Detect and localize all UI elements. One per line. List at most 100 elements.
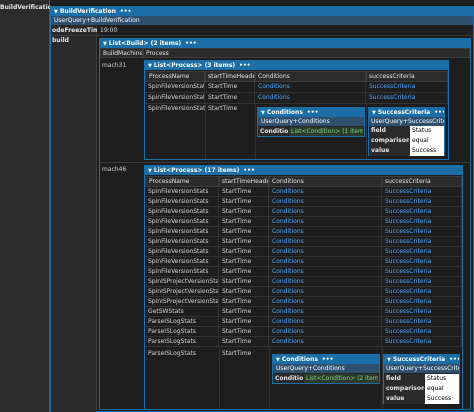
root-header[interactable]: ▼ BuildVerification •••	[51, 7, 473, 16]
column-header-build-machine[interactable]: BuildMachine	[100, 48, 143, 58]
success-criteria-link[interactable]: SuccessCriteria	[382, 257, 462, 267]
column-divider	[205, 104, 206, 159]
value-value: Success	[410, 146, 444, 156]
conditions-link[interactable]: Conditions	[255, 82, 366, 93]
success-criteria-link[interactable]: SuccessCriteria	[382, 237, 462, 247]
process-name-cell: SpinFileVersionStats	[145, 82, 205, 93]
conditions-link[interactable]: Conditions	[269, 197, 382, 207]
comparison-value: equal	[425, 384, 459, 394]
process-name-cell: SpinFileVersionStats	[145, 227, 219, 237]
success-criteria-link[interactable]: SuccessCriteria	[382, 267, 462, 277]
conditions-link[interactable]: Conditions	[269, 277, 382, 287]
success-criteria-link[interactable]: SuccessCriteria	[382, 327, 462, 337]
column-header-success-criteria[interactable]: successCriteria	[382, 176, 462, 187]
conditions-link[interactable]: Conditions	[255, 93, 366, 104]
ellipsis-icon[interactable]: •••	[239, 62, 251, 69]
ellipsis-icon[interactable]: •••	[120, 8, 132, 15]
condition-list-link[interactable]: List<Condition> (2 items)	[304, 374, 378, 383]
value-value: Success	[425, 394, 459, 404]
conditions-link[interactable]: Conditions	[269, 227, 382, 237]
conditions-popup: ▼ Conditions ••• UserQuery+Conditions Cond…	[257, 107, 365, 137]
process-list-header[interactable]: ▼ List<Process> (3 items) •••	[145, 61, 448, 70]
process-name-cell: SpinFileVersionStats	[148, 105, 205, 112]
success-criteria-link[interactable]: SuccessCriteria	[382, 337, 462, 347]
column-divider	[269, 347, 270, 409]
conditions-link[interactable]: Conditions	[269, 257, 382, 267]
success-popup-header[interactable]: ▼SuccessCriteria•••	[369, 108, 444, 117]
start-time-cell: StartTime	[222, 350, 252, 357]
build-list-header-label: List<Build> (2 items)	[108, 40, 182, 47]
success-criteria-link[interactable]: SuccessCriteria	[382, 297, 462, 307]
process-list-header[interactable]: ▼ List<Process> (17 items) •••	[145, 166, 462, 175]
success-criteria-popup: ▼SuccessCriteria••• UserQuery+SuccessCri…	[368, 107, 445, 156]
conditions-popup-header[interactable]: ▼ Conditions •••	[258, 108, 364, 117]
conditions-link[interactable]: Conditions	[269, 247, 382, 257]
comparison-key: comparison	[384, 384, 424, 394]
success-criteria-link[interactable]: SuccessCriteria	[382, 307, 462, 317]
ellipsis-icon[interactable]: •••	[322, 356, 334, 363]
ellipsis-icon[interactable]: •••	[243, 167, 255, 174]
conditions-link[interactable]: Conditions	[269, 337, 382, 347]
success-criteria-link[interactable]: SuccessCriteria	[382, 207, 462, 217]
column-header-conditions[interactable]: Conditions	[255, 71, 366, 82]
column-header-process-name[interactable]: ProcessName	[145, 176, 219, 187]
success-criteria-link[interactable]: SuccessCriteria	[382, 247, 462, 257]
conditions-link[interactable]: Conditions	[269, 187, 382, 197]
process-name-cell: ParseISLogStats	[145, 327, 219, 337]
start-time-cell: StartTime	[219, 197, 269, 207]
column-header-success-criteria[interactable]: successCriteria	[366, 71, 448, 82]
column-header-process-name[interactable]: ProcessName	[145, 71, 205, 82]
ellipsis-icon[interactable]: •••	[307, 109, 319, 116]
ellipsis-icon[interactable]: •••	[185, 40, 197, 47]
process-name-cell: SpinFileVersionStats	[145, 247, 219, 257]
column-header-process[interactable]: Process	[143, 48, 470, 58]
conditions-link[interactable]: Conditions	[269, 207, 382, 217]
process-name-cell: SpinFileVersionStats	[145, 93, 205, 104]
triangle-down-icon[interactable]: ▼	[372, 110, 376, 116]
success-criteria-link[interactable]: SuccessCriteria	[382, 227, 462, 237]
start-time-cell: StartTime	[219, 267, 269, 277]
triangle-down-icon[interactable]: ▼	[148, 168, 152, 174]
success-criteria-popup: ▼SuccessCriteria••• UserQuery+SuccessCri…	[383, 354, 460, 404]
success-criteria-link[interactable]: SuccessCriteria	[366, 93, 448, 104]
build-list-header[interactable]: ▼ List<Build> (2 items) •••	[100, 39, 470, 48]
conditions-link[interactable]: Conditions	[269, 317, 382, 327]
triangle-down-icon[interactable]: ▼	[103, 41, 107, 47]
column-header-conditions[interactable]: Conditions	[269, 176, 382, 187]
start-time-cell: StartTime	[208, 105, 238, 112]
conditions-link[interactable]: Conditions	[269, 287, 382, 297]
success-criteria-link[interactable]: SuccessCriteria	[382, 187, 462, 197]
success-criteria-link[interactable]: SuccessCriteria	[382, 317, 462, 327]
success-criteria-link[interactable]: SuccessCriteria	[382, 287, 462, 297]
triangle-down-icon[interactable]: ▼	[54, 9, 58, 15]
conditions-link[interactable]: Conditions	[269, 267, 382, 277]
triangle-down-icon[interactable]: ▼	[148, 63, 152, 69]
process-name-cell: SpinFileVersionStats	[145, 197, 219, 207]
triangle-down-icon[interactable]: ▼	[387, 357, 391, 363]
success-criteria-link[interactable]: SuccessCriteria	[382, 217, 462, 227]
conditions-link[interactable]: Conditions	[269, 217, 382, 227]
conditions-link[interactable]: Conditions	[269, 297, 382, 307]
ellipsis-icon[interactable]: •••	[434, 109, 444, 116]
condition-key: Condition	[273, 374, 303, 383]
triangle-down-icon[interactable]: ▼	[261, 110, 265, 116]
condition-list-link[interactable]: List<Condition> (1 items)	[289, 127, 363, 136]
process-name-cell: SpinFileVersionStats	[145, 207, 219, 217]
conditions-type-label: UserQuery+Conditions	[273, 364, 379, 373]
conditions-link[interactable]: Conditions	[269, 307, 382, 317]
success-criteria-link[interactable]: SuccessCriteria	[382, 197, 462, 207]
root-object-label[interactable]: BuildVerification	[0, 3, 50, 12]
column-header-start-time[interactable]: startTimeHeader	[219, 176, 269, 187]
success-popup-header[interactable]: ▼SuccessCriteria•••	[384, 355, 459, 364]
column-header-start-time[interactable]: startTimeHeader	[205, 71, 255, 82]
start-time-cell: StartTime	[219, 237, 269, 247]
conditions-link[interactable]: Conditions	[269, 237, 382, 247]
conditions-link[interactable]: Conditions	[269, 327, 382, 337]
success-criteria-link[interactable]: SuccessCriteria	[382, 277, 462, 287]
process-name-cell: SpinISProjectVersionStats	[145, 297, 219, 307]
conditions-popup-header[interactable]: ▼ Conditions •••	[273, 355, 379, 364]
ellipsis-icon[interactable]: •••	[449, 356, 459, 363]
success-criteria-link[interactable]: SuccessCriteria	[366, 82, 448, 93]
start-time-cell: StartTime	[219, 217, 269, 227]
triangle-down-icon[interactable]: ▼	[276, 357, 280, 363]
